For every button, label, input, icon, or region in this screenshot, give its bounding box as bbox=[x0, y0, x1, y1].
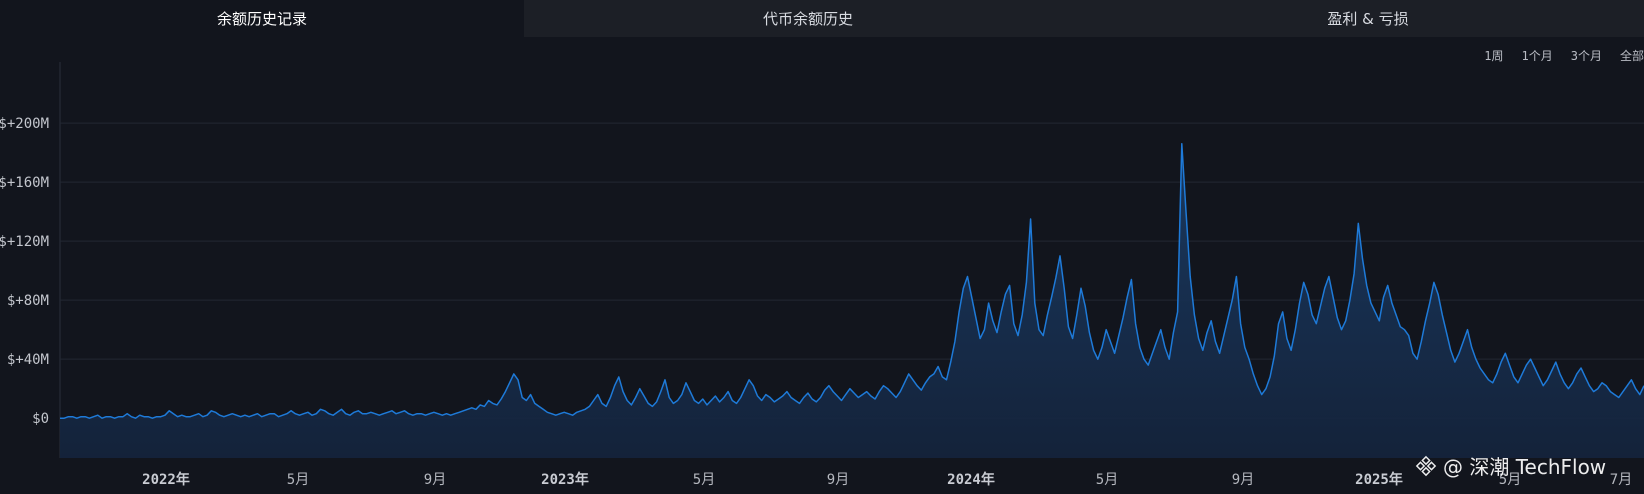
x-tick-label: 9月 bbox=[424, 472, 446, 488]
x-tick-label: 9月 bbox=[827, 472, 849, 488]
x-axis: 2022年 5月 9月 2023年 5月 9月 2024年 5月 9月 2025年 5月 7月 bbox=[142, 471, 1632, 488]
x-tick-label: 7月 bbox=[1610, 472, 1632, 488]
watermark: @ 深潮 TechFlow bbox=[1415, 451, 1606, 480]
y-tick-label: $+40M bbox=[7, 352, 49, 368]
y-tick-label: $+80M bbox=[7, 293, 49, 309]
x-tick-label: 9月 bbox=[1232, 472, 1254, 488]
y-axis: $0 $+40M $+80M $+120M $+160M $+200M bbox=[0, 116, 49, 427]
x-tick-label: 2022年 bbox=[142, 471, 190, 488]
balance-history-chart: $0 $+40M $+80M $+120M $+160M $+200M 2022年 5月 9月… bbox=[0, 62, 1644, 488]
y-tick-label: $+120M bbox=[0, 234, 49, 250]
x-tick-label: 2023年 bbox=[541, 471, 589, 488]
chart-series bbox=[60, 143, 1644, 459]
x-tick-label: 5月 bbox=[287, 472, 309, 488]
x-tick-label: 2025年 bbox=[1355, 471, 1403, 488]
y-tick-label: $0 bbox=[32, 411, 49, 427]
x-tick-label: 2024年 bbox=[947, 471, 995, 488]
y-tick-label: $+160M bbox=[0, 175, 49, 191]
x-tick-label: 5月 bbox=[693, 472, 715, 488]
series-area bbox=[60, 143, 1644, 459]
brand-logo-icon bbox=[1415, 455, 1437, 476]
y-tick-label: $+200M bbox=[0, 116, 49, 132]
watermark-text: @ 深潮 TechFlow bbox=[1443, 455, 1607, 479]
x-tick-label: 5月 bbox=[1096, 472, 1118, 488]
